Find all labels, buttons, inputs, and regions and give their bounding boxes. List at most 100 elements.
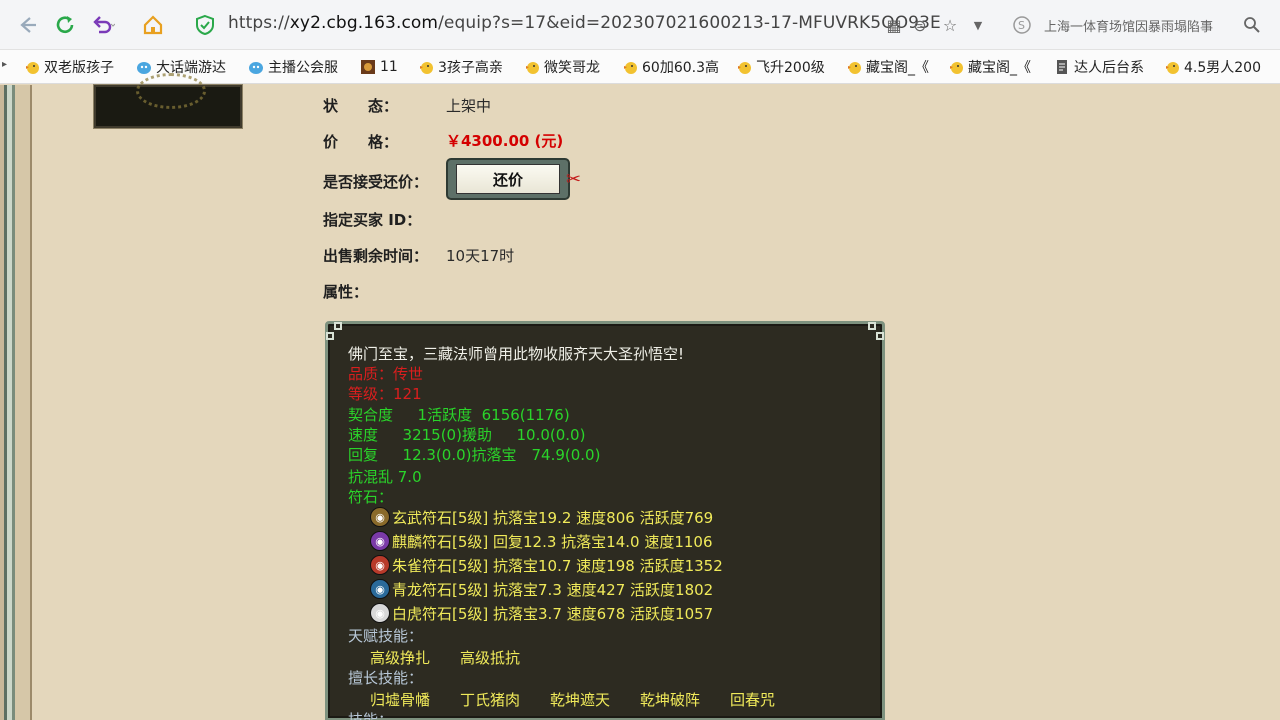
rune-row: ◉ 朱雀符石[5级] 抗落宝10.7 速度198 活跃度1352: [370, 554, 723, 576]
chick-icon: [736, 59, 752, 75]
item-stat-line: 契合度 1活跃度 6156(1176): [348, 406, 570, 424]
item-level: 等级：121: [348, 385, 422, 403]
price-label: 价 格：: [323, 133, 399, 151]
bookmark-item[interactable]: 主播公会服: [248, 57, 338, 77]
bookmark-label: 藏宝阁_《: [866, 60, 929, 76]
bookmarks-overflow-icon[interactable]: ▸: [2, 59, 7, 70]
panel-corner: [334, 322, 342, 330]
talent-skills-label: 天赋技能：: [348, 627, 424, 645]
chick-icon: [524, 59, 540, 75]
search-engine-icon[interactable]: S: [1010, 12, 1034, 38]
search-input[interactable]: 上海一体育场馆因暴雨塌陷事: [1044, 16, 1234, 35]
runes-label: 符石：: [348, 488, 394, 506]
chick-icon: [24, 59, 40, 75]
rune-text: 麒麟符石[5级] 回复12.3 抗落宝14.0 速度1106: [392, 532, 713, 551]
status-value: 上架中: [446, 97, 492, 115]
svg-text:S: S: [1018, 19, 1025, 32]
bookmark-item[interactable]: 微笑哥龙: [524, 57, 600, 77]
panel-corner: [868, 322, 876, 330]
bookmark-label: 3孩子高亲: [438, 60, 503, 76]
refresh-button[interactable]: [52, 12, 78, 38]
chevron-down-icon[interactable]: ▼: [966, 12, 990, 38]
back-arrow-icon: [20, 17, 36, 33]
skills-label: 技能：: [348, 711, 394, 720]
attribute-panel: 佛门至宝，三藏法师曾用此物收服齐天大圣孙悟空! 品质：传世 等级：121 契合度…: [325, 321, 885, 720]
url-field[interactable]: https://xy2.cbg.163.com/equip?s=17&eid=2…: [228, 13, 941, 33]
bookmark-item[interactable]: 3孩子高亲: [418, 57, 503, 77]
bookmark-label: 60加60.3高: [642, 60, 719, 76]
page-content: 状 态： 上架中 价 格： ￥4300.00 (元) 是否接受还价： 还价 ✂ …: [0, 73, 1280, 720]
chick-icon: [1164, 59, 1180, 75]
attributes-label: 属性：: [323, 283, 369, 301]
back-button[interactable]: [14, 12, 40, 38]
counter-offer-button-label: 还价: [456, 164, 560, 194]
chick-icon: [948, 59, 964, 75]
item-stat-line: 速度 3215(0)援助 10.0(0.0): [348, 426, 586, 444]
rune-icon: ◉: [370, 507, 390, 527]
image-icon: [360, 59, 376, 75]
star-icon[interactable]: ☆: [938, 12, 962, 38]
search-icon[interactable]: [1240, 12, 1264, 38]
item-stat-line: 抗混乱 7.0: [348, 468, 422, 486]
item-quality: 品质：传世: [348, 365, 424, 383]
game-icon: [248, 59, 264, 75]
bookmark-item[interactable]: 藏宝阁_《: [846, 57, 929, 77]
game-icon: [136, 59, 152, 75]
bookmark-label: 主播公会服: [268, 60, 338, 76]
item-stat-line: 回复 12.3(0.0)抗落宝 74.9(0.0): [348, 446, 601, 464]
url-path: /equip?s=17&eid=202307021600213-17-MFUVR…: [438, 13, 941, 33]
rune-text: 朱雀符石[5级] 抗落宝10.7 速度198 活跃度1352: [392, 556, 723, 575]
undo-button[interactable]: [90, 12, 116, 38]
bookmark-label: 达人后台系: [1074, 60, 1144, 76]
status-label: 状 态：: [323, 97, 399, 115]
bookmark-item[interactable]: 飞升200级: [736, 57, 825, 77]
price-value: ￥4300.00 (元): [446, 132, 564, 150]
home-icon: [143, 15, 163, 35]
remaining-time-label: 出售剩余时间：: [323, 247, 429, 265]
counter-offer-button[interactable]: 还价: [446, 158, 570, 200]
bookmark-label: 11: [380, 59, 398, 75]
home-button[interactable]: [140, 12, 166, 38]
refresh-icon: [56, 16, 74, 34]
bookmark-label: 双老版孩子: [44, 60, 114, 76]
specialty-skills-label: 擅长技能：: [348, 669, 424, 687]
ribbon-icon: ✂: [566, 169, 582, 190]
rune-icon: ◉: [370, 603, 390, 623]
bookmark-label: 飞升200级: [756, 60, 825, 76]
specialty-skills: 归墟骨幡 丁氏猪肉 乾坤遮天 乾坤破阵 回春咒: [370, 691, 776, 709]
panel-corner: [326, 332, 334, 340]
rune-row: ◉ 青龙符石[5级] 抗落宝7.3 速度427 活跃度1802: [370, 578, 713, 600]
decorative-border: [0, 85, 36, 720]
item-description: 佛门至宝，三藏法师曾用此物收服齐天大圣孙悟空!: [348, 345, 685, 363]
bookmark-item[interactable]: 双老版孩子: [24, 57, 114, 77]
panel-corner: [876, 332, 884, 340]
bookmark-item[interactable]: 藏宝阁_《: [948, 57, 1031, 77]
chick-icon: [622, 59, 638, 75]
rune-icon: ◉: [370, 555, 390, 575]
secure-shield-icon[interactable]: [192, 12, 218, 38]
undo-icon: [93, 16, 115, 34]
remaining-time-value: 10天17时: [446, 247, 515, 265]
bookmark-label: 微笑哥龙: [544, 60, 600, 76]
rune-icon: ◉: [370, 531, 390, 551]
reader-mode-icon[interactable]: ⊜: [908, 12, 932, 38]
item-thumbnail: [94, 73, 242, 128]
doc-icon: [1054, 59, 1070, 75]
bookmark-item[interactable]: 达人后台系: [1054, 57, 1144, 77]
rune-row: ◉ 玄武符石[5级] 抗落宝19.2 速度806 活跃度769: [370, 506, 713, 528]
bookmark-item[interactable]: 4.5男人200: [1164, 57, 1261, 77]
rune-text: 青龙符石[5级] 抗落宝7.3 速度427 活跃度1802: [392, 580, 714, 599]
chick-icon: [418, 59, 434, 75]
rune-text: 玄武符石[5级] 抗落宝19.2 速度806 活跃度769: [392, 508, 714, 527]
rune-icon: ◉: [370, 579, 390, 599]
bookmark-label: 4.5男人200: [1184, 60, 1261, 76]
designated-buyer-label: 指定买家 ID：: [323, 211, 422, 229]
counter-offer-label: 是否接受还价：: [323, 173, 429, 191]
url-prefix: https://: [228, 13, 290, 33]
rune-text: 白虎符石[5级] 抗落宝3.7 速度678 活跃度1057: [392, 604, 714, 623]
bookmark-item[interactable]: 11: [360, 57, 398, 77]
chick-icon: [846, 59, 862, 75]
talent-skills: 高级挣扎 高级抵抗: [370, 649, 521, 667]
bookmark-item[interactable]: 60加60.3高: [622, 57, 719, 77]
qr-code-icon[interactable]: ▦: [882, 12, 906, 38]
